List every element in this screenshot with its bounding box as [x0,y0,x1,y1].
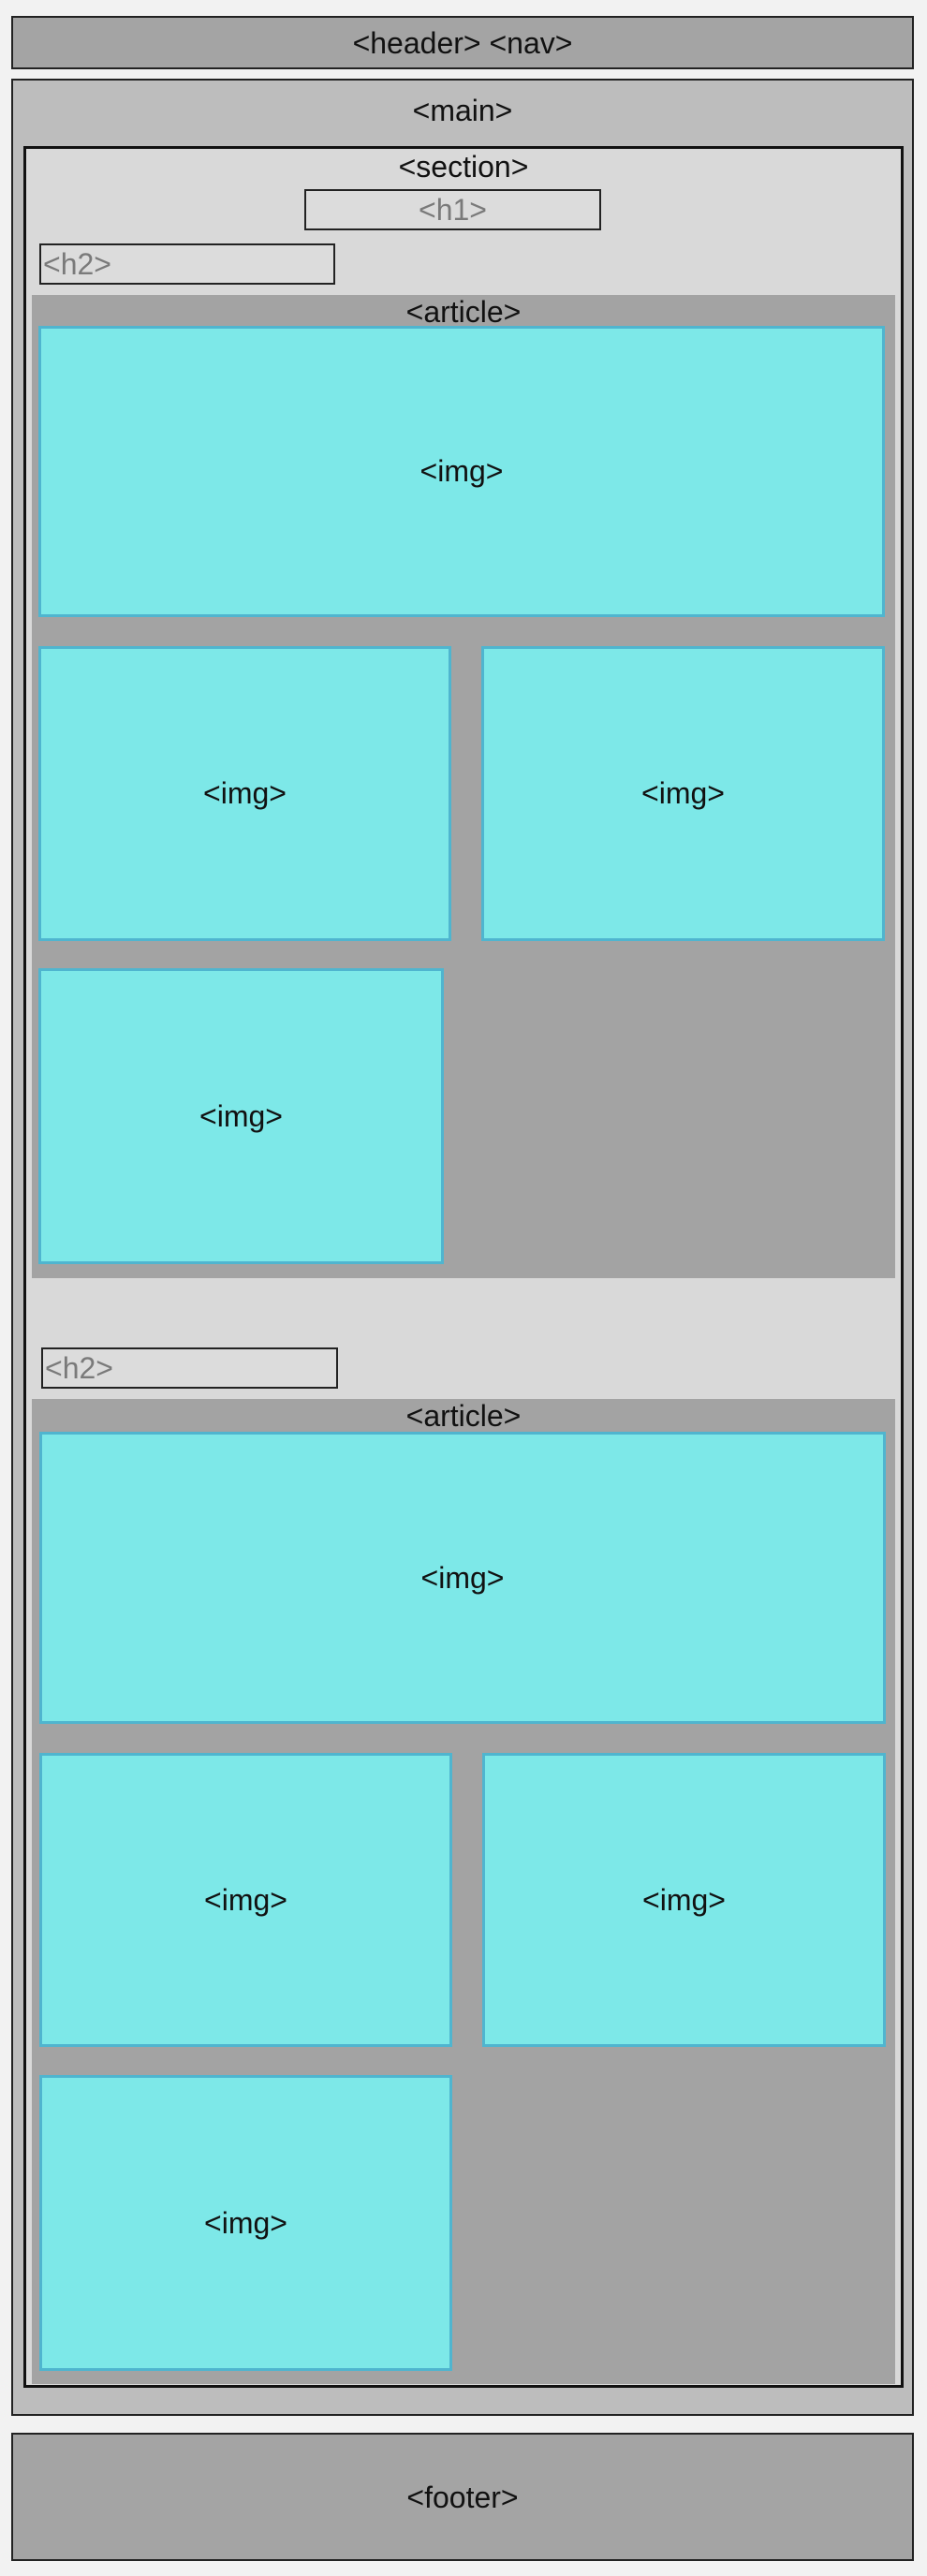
article-1: <article> <img> <img> <img> <img> [32,295,895,1278]
image-placeholder: <img> [38,646,451,941]
h1-label: <h1> [419,192,487,227]
img-label: <img> [199,1098,283,1133]
section-box: <section> <h1> <h2> <article> <img> <img… [23,146,904,2388]
main-label: <main> [412,94,513,127]
h2-label-2: <h2> [45,1350,113,1385]
img-label: <img> [642,1882,726,1917]
img-label: <img> [204,1882,287,1917]
img-label: <img> [641,776,725,810]
article-2-label: <article> [405,1399,522,1433]
h2-label-1: <h2> [43,246,111,281]
img-label: <img> [203,776,287,810]
image-placeholder: <img> [38,968,444,1264]
image-placeholder: <img> [481,646,885,941]
footer-label: <footer> [406,2480,519,2514]
section-label: <section> [398,150,529,184]
h1-placeholder: <h1> [304,189,601,230]
h2-placeholder-1: <h2> [39,243,335,285]
h2-placeholder-2: <h2> [41,1347,338,1389]
image-placeholder: <img> [38,326,885,617]
article-1-label: <article> [405,295,522,329]
article-2: <article> <img> <img> <img> <img> [32,1399,895,2384]
image-placeholder: <img> [39,1753,452,2047]
img-label: <img> [204,2205,287,2240]
image-placeholder: <img> [482,1753,886,2047]
header-nav-box: <header> <nav> [11,16,914,69]
img-label: <img> [419,454,504,488]
header-nav-label: <header> <nav> [352,25,573,60]
image-placeholder: <img> [39,2075,452,2371]
image-placeholder: <img> [39,1432,886,1724]
img-label: <img> [420,1560,505,1595]
footer-box: <footer> [11,2433,914,2561]
